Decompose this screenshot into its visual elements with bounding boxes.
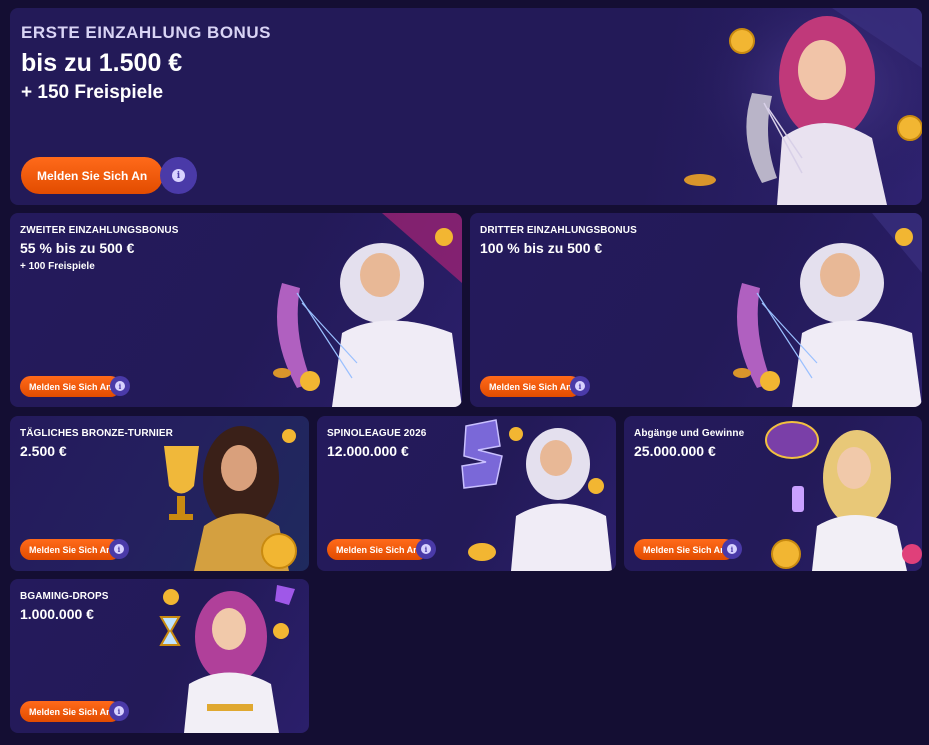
promo-eyebrow: Abgänge und Gewinne [634, 428, 745, 439]
info-button[interactable]: i [109, 701, 129, 721]
promo-card-spinoleague[interactable]: SPINOLEAGUE 2026 12.000.000 € Melden Sie… [317, 416, 616, 571]
promo-eyebrow: BGAMING-DROPS [20, 591, 109, 602]
info-button[interactable]: i [109, 539, 129, 559]
info-button[interactable]: i [722, 539, 742, 559]
zeus-with-s-emblem-illustration [461, 419, 612, 571]
sign-up-button[interactable]: Melden Sie Sich An [634, 539, 735, 560]
promo-eyebrow: ZWEITER EINZAHLUNGSBONUS [20, 225, 179, 236]
promo-card-first-deposit[interactable]: ERSTE EINZAHLUNG BONUS bis zu 1.500 € + … [10, 8, 922, 205]
promo-eyebrow: DRITTER EINZAHLUNGSBONUS [480, 225, 637, 236]
promo-amount: 55 % bis zu 500 € [20, 240, 135, 256]
promo-card-drops-and-wins[interactable]: Abgänge und Gewinne 25.000.000 € Melden … [624, 416, 922, 571]
info-icon: i [114, 706, 124, 716]
sign-up-button[interactable]: Melden Sie Sich An [20, 701, 121, 722]
promo-amount: 100 % bis zu 500 € [480, 240, 603, 256]
sign-up-button[interactable]: Melden Sie Sich An [21, 157, 164, 194]
zeus-with-harp-illustration [273, 213, 462, 407]
info-icon: i [115, 381, 125, 391]
info-icon: i [727, 544, 737, 554]
promo-amount: 25.000.000 € [634, 443, 716, 459]
promo-eyebrow: SPINOLEAGUE 2026 [327, 428, 427, 439]
goddess-drops-and-wins-illustration [765, 421, 922, 571]
info-button[interactable]: i [160, 157, 197, 194]
goddess-with-hourglass-illustration [159, 585, 295, 733]
promo-card-bgaming-drops[interactable]: BGAMING-DROPS 1.000.000 € Melden Sie Sic… [10, 579, 309, 733]
info-icon: i [421, 544, 431, 554]
sign-up-button[interactable]: Melden Sie Sich An [327, 539, 428, 560]
promo-amount: 1.000.000 € [20, 606, 94, 622]
promo-extra: + 150 Freispiele [21, 82, 164, 103]
muse-with-harp-illustration [682, 8, 922, 205]
promo-amount: bis zu 1.500 € [21, 49, 183, 77]
promo-amount: 12.000.000 € [327, 443, 409, 459]
sign-up-button[interactable]: Melden Sie Sich An [20, 376, 121, 397]
promo-card-second-deposit[interactable]: ZWEITER EINZAHLUNGSBONUS 55 % bis zu 500… [10, 213, 462, 407]
woman-with-trophy-illustration [164, 426, 297, 571]
sign-up-button[interactable]: Melden Sie Sich An [480, 376, 581, 397]
info-icon: i [114, 544, 124, 554]
info-button[interactable]: i [570, 376, 590, 396]
promo-amount: 2.500 € [20, 443, 67, 459]
promo-eyebrow: ERSTE EINZAHLUNG BONUS [21, 23, 271, 42]
promo-card-third-deposit[interactable]: DRITTER EINZAHLUNGSBONUS 100 % bis zu 50… [470, 213, 922, 407]
info-icon: i [575, 381, 585, 391]
promo-extra: + 100 Freispiele [20, 261, 95, 272]
sign-up-button[interactable]: Melden Sie Sich An [20, 539, 121, 560]
info-button[interactable]: i [110, 376, 130, 396]
zeus-with-harp-illustration [733, 213, 922, 407]
promo-card-bronze-tournament[interactable]: TÄGLICHES BRONZE-TURNIER 2.500 € Melden … [10, 416, 309, 571]
promo-eyebrow: TÄGLICHES BRONZE-TURNIER [20, 428, 173, 439]
info-icon: i [172, 169, 185, 182]
info-button[interactable]: i [416, 539, 436, 559]
